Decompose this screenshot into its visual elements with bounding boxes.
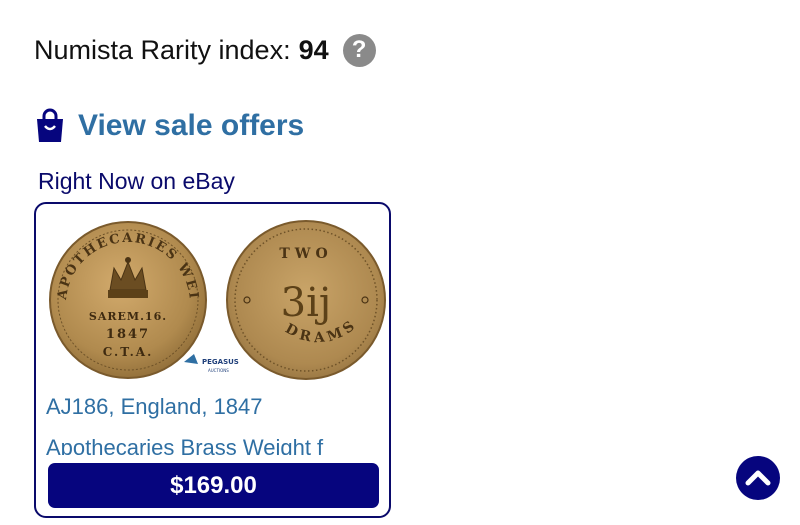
coin-obverse: APOTHECARIES WEIGHT SAREM.16. 1847 C.T.A…: [44, 212, 207, 379]
question-circle-icon[interactable]: ?: [342, 33, 376, 67]
rarity-index-label: Numista Rarity index:: [34, 34, 291, 65]
view-sale-offers-label: View sale offers: [78, 109, 305, 142]
view-sale-offers-link[interactable]: View sale offers: [34, 104, 304, 148]
pegasus-watermark: PEGASUS AUCTIONS: [184, 354, 239, 373]
shopping-bag-icon: [37, 108, 63, 142]
reverse-top-text: TWO: [279, 246, 332, 262]
watermark-text: PEGASUS: [202, 358, 239, 366]
rarity-index-value: 94: [298, 34, 329, 65]
reverse-center-text: 3ij: [281, 280, 332, 326]
watermark-subtext: AUCTIONS: [208, 368, 229, 373]
chevron-up-icon: [745, 470, 771, 486]
rarity-index-row: Numista Rarity index: 94 ?: [34, 30, 376, 70]
scroll-to-top-button[interactable]: [736, 456, 780, 500]
obverse-year-text: 1847: [106, 327, 150, 342]
ebay-heading: Right Now on eBay: [38, 168, 235, 194]
item-title[interactable]: AJ186, England, 1847: [46, 394, 381, 420]
price-button[interactable]: $169.00: [48, 463, 379, 508]
coin-reverse: TWO 3ij DRAMS: [226, 220, 386, 380]
ebay-item-card[interactable]: APOTHECARIES WEIGHT SAREM.16. 1847 C.T.A…: [34, 202, 391, 518]
coin-image: APOTHECARIES WEIGHT SAREM.16. 1847 C.T.A…: [44, 212, 386, 380]
item-subtitle[interactable]: Apothecaries Brass Weight f: [46, 433, 381, 455]
obverse-center-text: SAREM.16.: [89, 310, 167, 323]
obverse-mark-text: C.T.A.: [103, 345, 154, 359]
